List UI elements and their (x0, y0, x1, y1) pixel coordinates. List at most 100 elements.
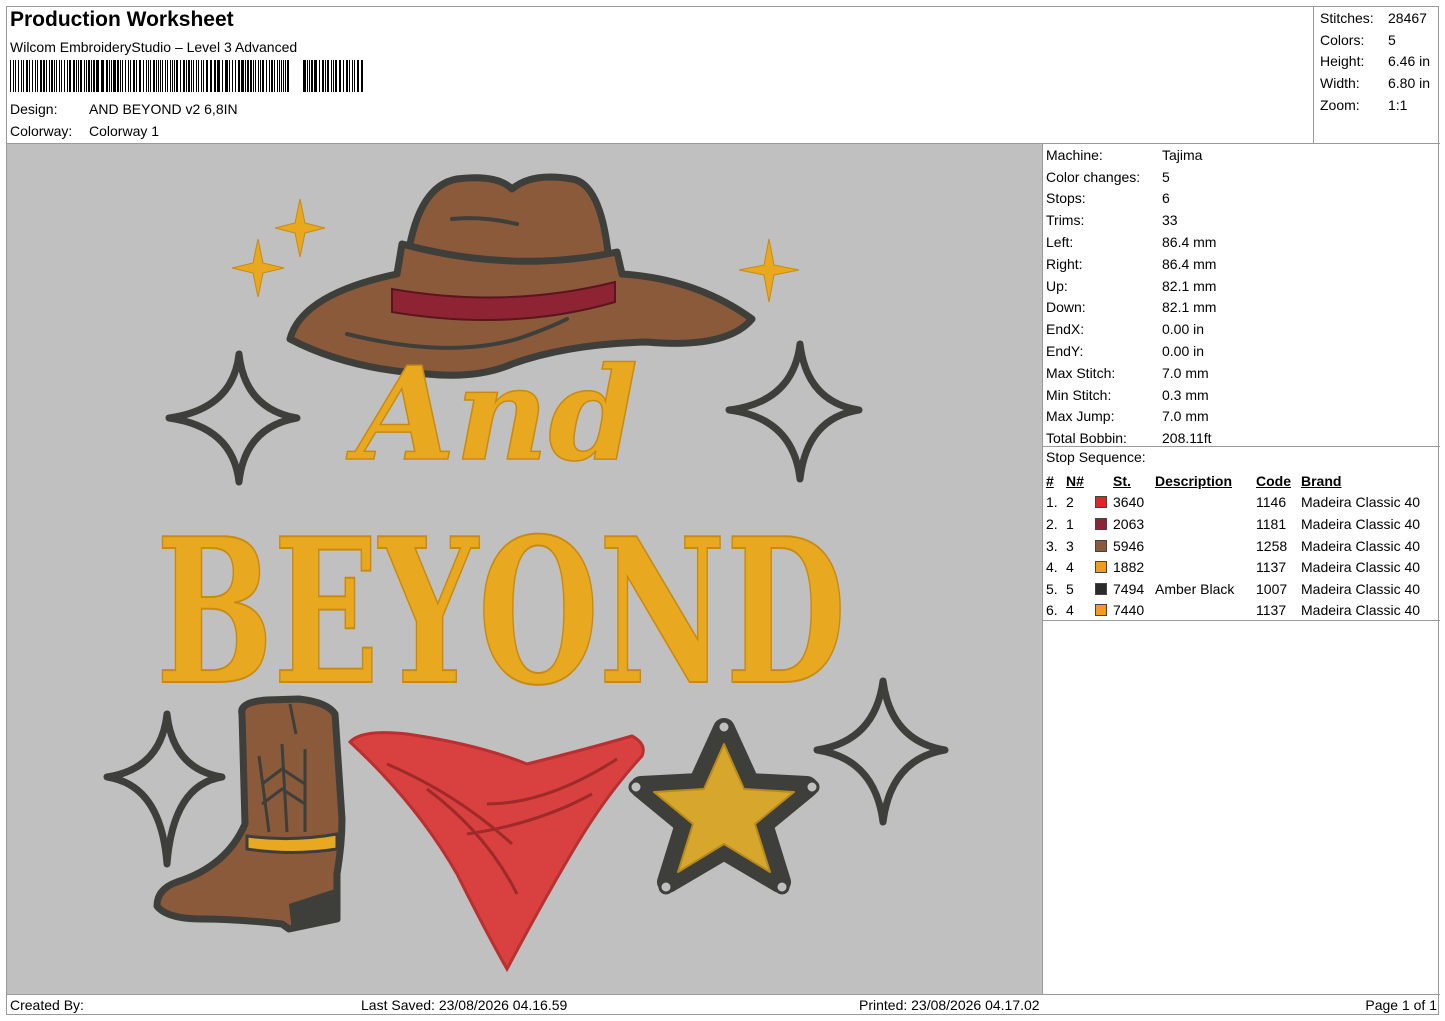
summary-row: Height: 6.46 in (1320, 50, 1430, 72)
stop-sequence-row: 4. 4 1882 1137 Madeira Classic 40 (1046, 556, 1420, 578)
worksheet-header: Production Worksheet Wilcom EmbroiderySt… (7, 7, 1314, 144)
machine-info-value: 6 (1162, 190, 1170, 207)
design-summary: Stitches: 28467 Colors: 5 Height: 6.46 in Widt… (1314, 7, 1440, 144)
thread-code: 1146 (1256, 494, 1287, 511)
machine-info-panel: Machine: Tajima Color changes: 5 Stops: 6 Trim… (1043, 144, 1440, 447)
sheriff-badge (628, 718, 820, 895)
machine-info-label: Max Stitch: (1046, 364, 1116, 381)
col-header-brand: Brand (1301, 472, 1342, 489)
machine-info-row: EndX: 0.00 in (1046, 318, 1216, 340)
thread-description (1155, 556, 1256, 578)
thread-brand: Madeira Classic 40 (1301, 602, 1421, 619)
design-text-beyond: BEYOND (156, 495, 846, 730)
thread-description (1155, 513, 1256, 535)
thread-code: 1181 (1256, 515, 1287, 532)
design-text-and: And (346, 340, 638, 490)
thread-color-swatch (1095, 535, 1113, 557)
thread-color-swatch (1095, 492, 1113, 514)
machine-info-label: Up: (1046, 277, 1068, 294)
machine-info-row: Max Stitch: 7.0 mm (1046, 362, 1216, 384)
summary-value: 28467 (1388, 9, 1427, 26)
stop-sequence-row: 2. 1 2063 1181 Madeira Classic 40 (1046, 513, 1420, 535)
summary-row: Width: 6.80 in (1320, 72, 1430, 94)
stop-sequence-panel: Stop Sequence: # N# St. Description Code… (1043, 447, 1440, 621)
thread-color-swatch (1095, 578, 1113, 600)
thread-brand: Madeira Classic 40 (1301, 515, 1421, 532)
stitch-count: 5946 (1113, 537, 1145, 554)
colorway-label: Colorway: (10, 123, 73, 139)
stop-sequence-row: 1. 2 3640 1146 Madeira Classic 40 (1046, 492, 1420, 514)
machine-info-value: Tajima (1162, 146, 1203, 163)
gold-sparkle-left-lower (231, 238, 285, 298)
col-header-swatch (1095, 470, 1113, 492)
page-number: Page 1 of 1 (1365, 997, 1437, 1013)
red-bandana (347, 731, 645, 973)
gold-sparkle-right (738, 238, 800, 303)
machine-info-value: 86.4 mm (1162, 234, 1217, 251)
machine-info-label: EndY: (1046, 343, 1084, 360)
machine-info-row: Total Bobbin: 208.11ft (1046, 427, 1216, 449)
summary-label: Colors: (1320, 31, 1365, 48)
machine-info-row: Color changes: 5 (1046, 166, 1216, 188)
needle-number: 4 (1066, 602, 1074, 619)
stitch-count: 1882 (1113, 559, 1145, 576)
black-sparkle-top-left (165, 350, 301, 486)
thread-code: 1137 (1256, 602, 1287, 619)
machine-info-value: 82.1 mm (1162, 299, 1217, 316)
machine-info-value: 33 (1162, 212, 1178, 229)
col-header-n: N# (1066, 472, 1084, 489)
machine-info-label: EndX: (1046, 321, 1085, 338)
worksheet-footer: Created By: Last Saved: 23/08/2026 04.16… (7, 994, 1440, 1016)
summary-value: 1:1 (1388, 96, 1408, 113)
stop-index: 2. (1046, 515, 1058, 532)
machine-info-value: 0.00 in (1162, 321, 1205, 338)
machine-info-value: 0.3 mm (1162, 386, 1209, 403)
created-by: Created By: (10, 997, 84, 1013)
machine-info-label: Right: (1046, 255, 1083, 272)
col-header-code: Code (1256, 472, 1291, 489)
stop-sequence-table: # N# St. Description Code Brand 1. 2 3640 1… (1046, 470, 1420, 621)
thread-brand: Madeira Classic 40 (1301, 559, 1421, 576)
machine-info-label: Machine: (1046, 146, 1103, 163)
machine-info-row: Trims: 33 (1046, 209, 1216, 231)
machine-info-label: Total Bobbin: (1046, 430, 1127, 447)
stop-index: 1. (1046, 494, 1058, 511)
stop-sequence-row: 6. 4 7440 1137 Madeira Classic 40 (1046, 600, 1420, 622)
summary-value: 6.46 in (1388, 53, 1431, 70)
thread-code: 1137 (1256, 559, 1287, 576)
stop-sequence-row: 3. 3 5946 1258 Madeira Classic 40 (1046, 535, 1420, 557)
thread-description (1155, 492, 1256, 514)
needle-number: 4 (1066, 559, 1074, 576)
summary-value: 5 (1388, 31, 1396, 48)
black-sparkle-top-right (725, 340, 863, 483)
design-value: AND BEYOND v2 6,8IN (89, 101, 238, 117)
thread-code: 1258 (1256, 537, 1288, 554)
summary-label: Width: (1320, 74, 1360, 91)
machine-info-value: 7.0 mm (1162, 364, 1209, 381)
colorway-value: Colorway 1 (89, 123, 160, 139)
summary-label: Stitches: (1320, 9, 1374, 26)
machine-info-row: EndY: 0.00 in (1046, 340, 1216, 362)
embroidery-design: And BEYOND (103, 173, 949, 973)
machine-info-label: Color changes: (1046, 168, 1141, 185)
stop-index: 5. (1046, 580, 1058, 597)
machine-info-row: Left: 86.4 mm (1046, 231, 1216, 253)
machine-info-row: Stops: 6 (1046, 188, 1216, 210)
machine-info-value: 208.11ft (1162, 430, 1212, 447)
thread-code: 1007 (1256, 580, 1288, 597)
col-header-st: St. (1113, 472, 1131, 489)
last-saved: Last Saved: 23/08/2026 04.16.59 (361, 997, 568, 1013)
stop-index: 3. (1046, 537, 1058, 554)
stitch-count: 3640 (1113, 494, 1145, 511)
machine-info-label: Stops: (1046, 190, 1086, 207)
col-header-num: # (1046, 472, 1054, 489)
machine-info-row: Up: 82.1 mm (1046, 275, 1216, 297)
design-row: Design: AND BEYOND v2 6,8IN (10, 101, 238, 117)
thread-description (1155, 600, 1256, 622)
design-preview: And BEYOND (7, 144, 1043, 994)
machine-info-value: 5 (1162, 168, 1170, 185)
thread-description (1155, 535, 1256, 557)
summary-row: Colors: 5 (1320, 29, 1430, 51)
worksheet-frame: Production Worksheet Wilcom EmbroiderySt… (6, 6, 1440, 1016)
stop-sequence-header-row: # N# St. Description Code Brand (1046, 470, 1420, 492)
